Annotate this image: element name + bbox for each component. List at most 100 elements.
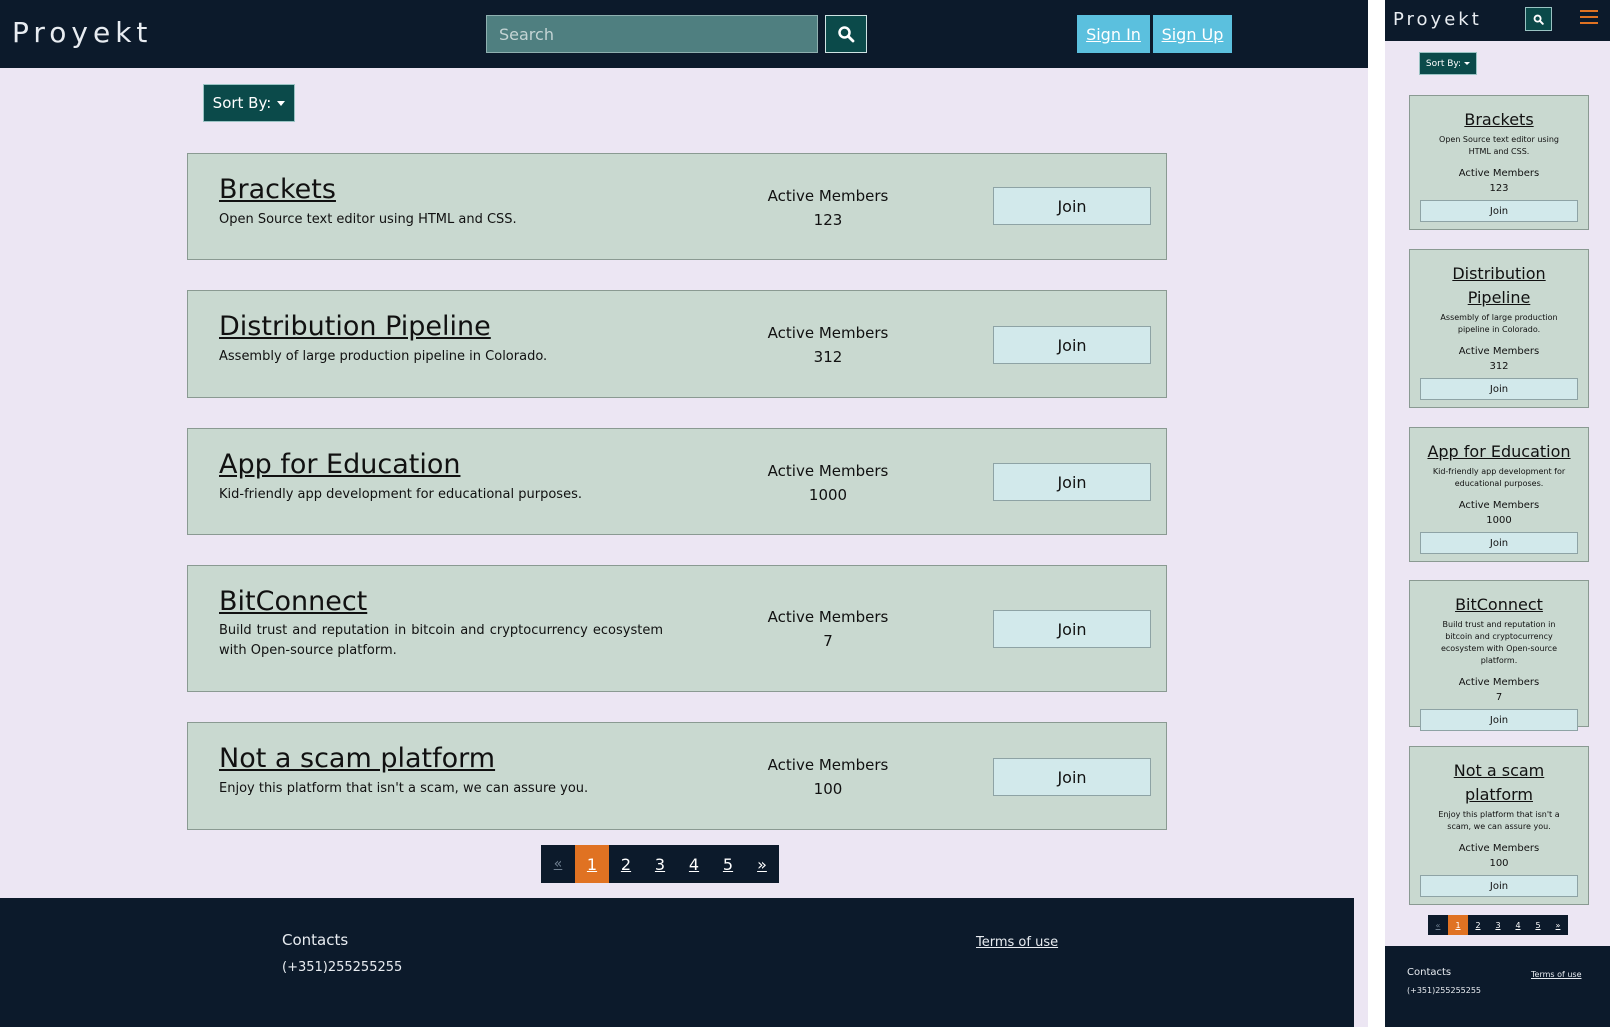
project-title-link[interactable]: BitConnect bbox=[1410, 593, 1588, 617]
contact-phone: (+351)255255255 bbox=[282, 960, 403, 975]
pagination-page-4[interactable]: 4 bbox=[1508, 915, 1528, 935]
active-members-count: 123 bbox=[813, 211, 843, 229]
active-members-count: 1000 bbox=[1486, 515, 1512, 526]
desktop-view: Proyekt Sign In Sign Up Sort By: Bracket… bbox=[0, 0, 1368, 1027]
pagination-prev[interactable]: « bbox=[1428, 915, 1448, 935]
contacts-heading: Contacts bbox=[1407, 967, 1452, 978]
active-members-count: 312 bbox=[1489, 361, 1509, 372]
active-members-count: 100 bbox=[813, 780, 843, 798]
active-members-label: Active Members bbox=[767, 324, 889, 342]
footer: Contacts (+351)255255255 Terms of use bbox=[0, 898, 1354, 1027]
project-title-link[interactable]: Distribution Pipeline bbox=[1410, 262, 1588, 310]
active-members-label: Active Members bbox=[1458, 677, 1540, 688]
project-title-link[interactable]: Brackets bbox=[219, 174, 336, 205]
mobile-project-card: BitConnect Build trust and reputation in… bbox=[1409, 580, 1589, 731]
pagination-page-1[interactable]: 1 bbox=[575, 845, 609, 883]
search-button[interactable] bbox=[825, 15, 867, 53]
sign-up-button[interactable]: Sign Up bbox=[1153, 15, 1232, 53]
pagination-page-1[interactable]: 1 bbox=[1448, 915, 1468, 935]
contacts-heading: Contacts bbox=[282, 931, 349, 949]
navbar: Proyekt Sign In Sign Up bbox=[0, 0, 1368, 68]
join-button[interactable]: Join bbox=[1420, 200, 1578, 222]
pagination-page-5[interactable]: 5 bbox=[1528, 915, 1548, 935]
project-description: Enjoy this platform that isn't a scam, w… bbox=[1438, 810, 1560, 831]
project-card: BitConnect Build trust and reputation in… bbox=[187, 565, 1167, 692]
project-title-link[interactable]: Not a scam platform bbox=[1410, 759, 1588, 807]
mobile-brand-logo[interactable]: Proyekt bbox=[1393, 9, 1482, 30]
mobile-project-card: Distribution Pipeline Assembly of large … bbox=[1409, 249, 1589, 408]
join-button[interactable]: Join bbox=[1420, 532, 1578, 554]
terms-of-use-link[interactable]: Terms of use bbox=[976, 935, 1058, 950]
active-members-count: 123 bbox=[1489, 183, 1509, 194]
project-description: Build trust and reputation in bitcoin an… bbox=[219, 623, 663, 658]
pagination-page-2[interactable]: 2 bbox=[609, 845, 643, 883]
project-description: Kid-friendly app development for educati… bbox=[1432, 467, 1566, 488]
caret-down-icon bbox=[1464, 62, 1471, 65]
mobile-footer: Contacts (+351)255255255 Terms of use bbox=[1385, 946, 1610, 1027]
project-title-link[interactable]: Distribution Pipeline bbox=[219, 311, 491, 342]
active-members-label: Active Members bbox=[767, 756, 889, 774]
mobile-search-button[interactable] bbox=[1525, 7, 1552, 31]
active-members-count: 7 bbox=[1495, 692, 1503, 703]
sort-by-label: Sort By: bbox=[212, 94, 272, 112]
pagination-page-3[interactable]: 3 bbox=[1488, 915, 1508, 935]
project-description: Assembly of large production pipeline in… bbox=[219, 349, 548, 364]
join-button[interactable]: Join bbox=[1420, 378, 1578, 400]
project-card: App for Education Kid-friendly app devel… bbox=[187, 428, 1167, 535]
project-title-link[interactable]: App for Education bbox=[1410, 440, 1588, 464]
project-description: Enjoy this platform that isn't a scam, w… bbox=[219, 781, 589, 796]
join-button[interactable]: Join bbox=[993, 610, 1151, 648]
sign-in-button[interactable]: Sign In bbox=[1077, 15, 1150, 53]
pagination-page-4[interactable]: 4 bbox=[677, 845, 711, 883]
join-button[interactable]: Join bbox=[1420, 709, 1578, 731]
search-icon bbox=[1533, 14, 1544, 25]
mobile-sort-by-dropdown[interactable]: Sort By: bbox=[1419, 52, 1477, 75]
active-members-label: Active Members bbox=[1458, 168, 1540, 179]
project-description: Kid-friendly app development for educati… bbox=[219, 487, 582, 502]
pagination-page-3[interactable]: 3 bbox=[643, 845, 677, 883]
project-title-link[interactable]: App for Education bbox=[219, 449, 460, 480]
join-button[interactable]: Join bbox=[993, 187, 1151, 225]
pagination-next[interactable]: » bbox=[1548, 915, 1568, 935]
active-members-count: 312 bbox=[813, 348, 843, 366]
project-card: Brackets Open Source text editor using H… bbox=[187, 153, 1167, 260]
brand-logo[interactable]: Proyekt bbox=[12, 16, 152, 49]
pagination-page-5[interactable]: 5 bbox=[711, 845, 745, 883]
mobile-project-card: Brackets Open Source text editor using H… bbox=[1409, 95, 1589, 230]
join-button[interactable]: Join bbox=[1420, 875, 1578, 897]
project-description: Open Source text editor using HTML and C… bbox=[1439, 135, 1559, 156]
join-button[interactable]: Join bbox=[993, 758, 1151, 796]
sort-by-dropdown[interactable]: Sort By: bbox=[203, 84, 295, 122]
project-card: Not a scam platform Enjoy this platform … bbox=[187, 722, 1167, 830]
active-members-label: Active Members bbox=[1458, 843, 1540, 854]
active-members-count: 1000 bbox=[808, 486, 848, 504]
search-input[interactable] bbox=[486, 15, 818, 53]
project-title-link[interactable]: BitConnect bbox=[219, 586, 367, 617]
pagination: « 1 2 3 4 5 » bbox=[541, 845, 779, 883]
pagination-page-2[interactable]: 2 bbox=[1468, 915, 1488, 935]
terms-of-use-link[interactable]: Terms of use bbox=[1531, 970, 1582, 979]
mobile-project-card: App for Education Kid-friendly app devel… bbox=[1409, 427, 1589, 562]
active-members-label: Active Members bbox=[767, 462, 889, 480]
project-title-link[interactable]: Brackets bbox=[1410, 108, 1588, 132]
pagination-prev[interactable]: « bbox=[541, 845, 575, 883]
mobile-navbar: Proyekt bbox=[1385, 0, 1610, 41]
caret-down-icon bbox=[277, 100, 286, 106]
active-members-label: Active Members bbox=[767, 608, 889, 626]
active-members-label: Active Members bbox=[1458, 346, 1540, 357]
project-description: Build trust and reputation in bitcoin an… bbox=[1440, 620, 1557, 665]
mobile-project-card: Not a scam platform Enjoy this platform … bbox=[1409, 746, 1589, 905]
join-button[interactable]: Join bbox=[993, 463, 1151, 501]
mobile-pagination: « 1 2 3 4 5 » bbox=[1428, 915, 1568, 935]
pagination-next[interactable]: » bbox=[745, 845, 779, 883]
sort-by-label: Sort By: bbox=[1425, 58, 1462, 69]
search-icon bbox=[838, 26, 855, 43]
mobile-view: Proyekt Sort By: Brackets Open Source te… bbox=[1385, 0, 1610, 1027]
join-button[interactable]: Join bbox=[993, 326, 1151, 364]
contact-phone: (+351)255255255 bbox=[1407, 986, 1482, 995]
project-card: Distribution Pipeline Assembly of large … bbox=[187, 290, 1167, 398]
project-title-link[interactable]: Not a scam platform bbox=[219, 743, 495, 774]
active-members-label: Active Members bbox=[1458, 500, 1540, 511]
hamburger-icon[interactable] bbox=[1580, 10, 1598, 28]
active-members-label: Active Members bbox=[767, 187, 889, 205]
